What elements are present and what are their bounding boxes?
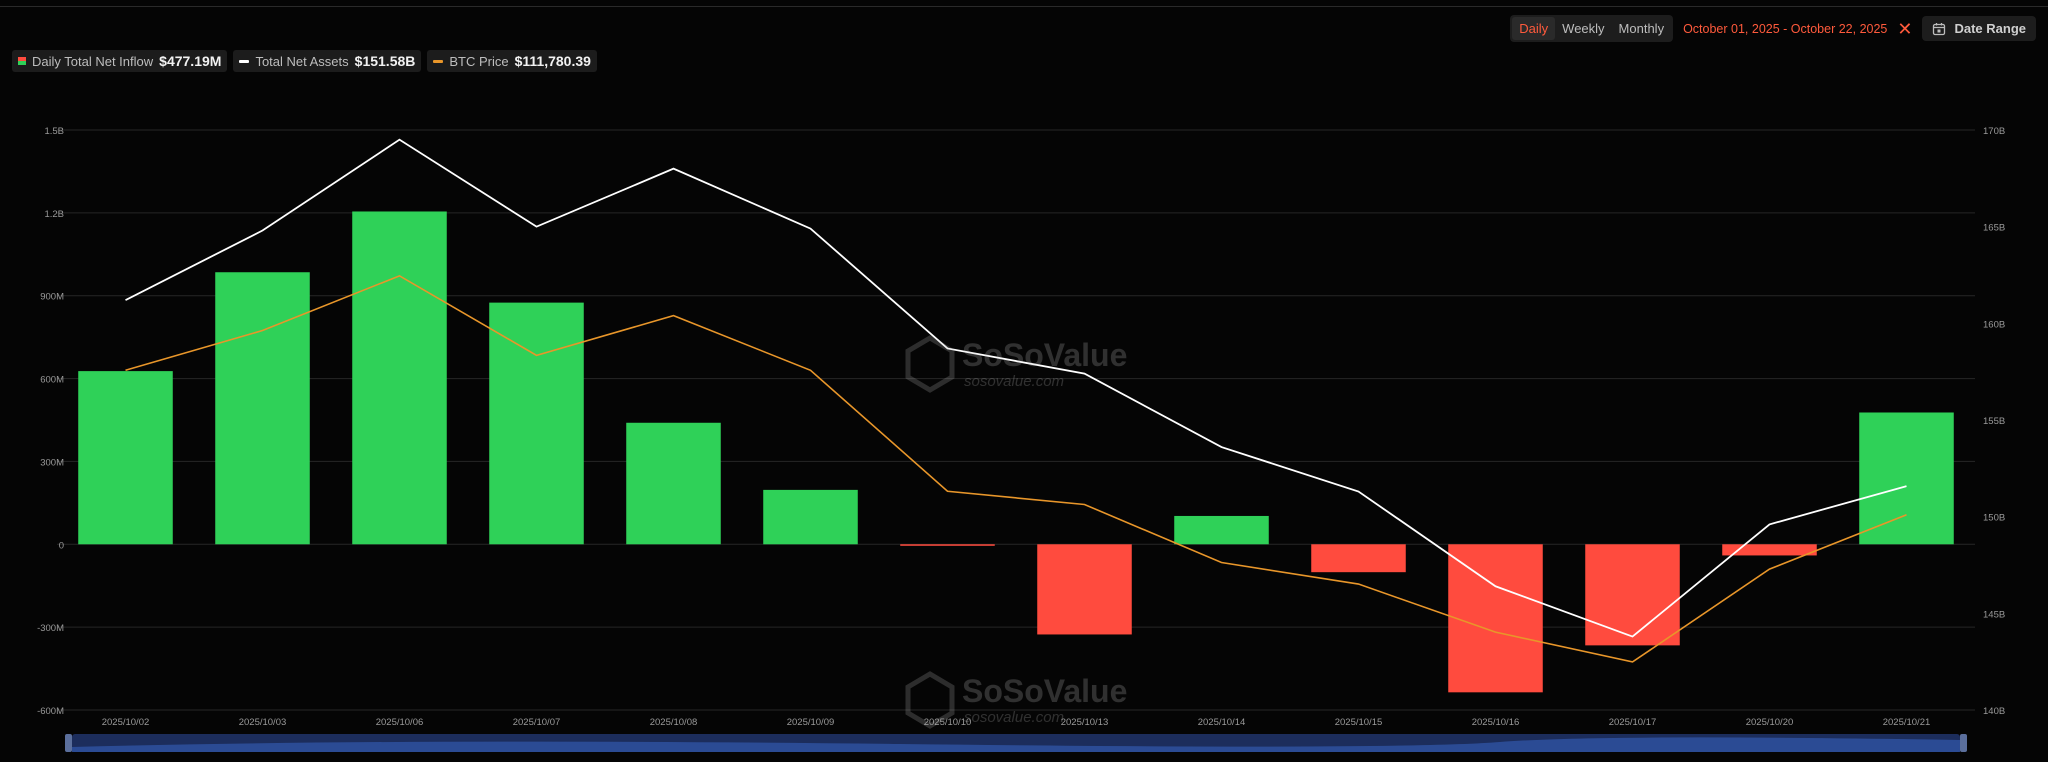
inflow-bar[interactable] — [1859, 412, 1954, 545]
right-axis: 170B 165B 160B 155B 150B 145B 140B — [1983, 126, 2005, 717]
right-tick-label: 150B — [1983, 513, 2005, 524]
inflow-bar[interactable] — [352, 211, 447, 545]
left-tick-label: 0 — [59, 540, 64, 551]
inflow-bar[interactable] — [215, 272, 310, 545]
x-tick-label: 2025/10/15 — [1335, 717, 1383, 728]
watermark: SoSoValuesosovalue.comSoSoValuesosovalue… — [905, 335, 1127, 729]
x-tick-label: 2025/10/08 — [650, 717, 698, 728]
chart-canvas: 1.5B 1.2B 900M 600M 300M 0 -300M -600M 170B 165B… — [37, 126, 2005, 752]
left-tick-label: 600M — [40, 375, 64, 386]
inflow-bar[interactable] — [1311, 544, 1406, 573]
inflow-bar[interactable] — [1448, 544, 1543, 693]
x-tick-label: 2025/10/09 — [787, 717, 835, 728]
inflow-bar[interactable] — [900, 544, 995, 546]
watermark-site: sosovalue.com — [964, 373, 1064, 390]
left-tick-label: 900M — [40, 292, 64, 303]
inflow-bar[interactable] — [763, 489, 858, 545]
x-tick-label: 2025/10/21 — [1883, 717, 1931, 728]
x-tick-label: 2025/10/20 — [1746, 717, 1794, 728]
x-tick-label: 2025/10/16 — [1472, 717, 1520, 728]
x-tick-label: 2025/10/06 — [376, 717, 424, 728]
grid-lines — [57, 129, 1975, 711]
left-tick-label: 1.5B — [44, 126, 64, 137]
sosovalue-watermark: SoSoValuesosovalue.com — [905, 335, 1127, 393]
right-tick-label: 145B — [1983, 609, 2005, 620]
right-tick-label: 155B — [1983, 416, 2005, 427]
inflow-bar[interactable] — [1037, 544, 1132, 635]
left-tick-label: 300M — [40, 457, 64, 468]
right-tick-label: 170B — [1983, 126, 2005, 137]
x-tick-label: 2025/10/07 — [513, 717, 561, 728]
inflow-bar[interactable] — [626, 422, 721, 545]
right-tick-label: 140B — [1983, 706, 2005, 717]
range-slider — [65, 734, 1967, 752]
inflow-bar[interactable] — [489, 302, 584, 545]
left-tick-label: 1.2B — [44, 209, 64, 220]
inflow-bar[interactable] — [1174, 515, 1269, 545]
watermark-brand: SoSoValue — [962, 337, 1127, 373]
right-tick-label: 160B — [1983, 319, 2005, 330]
x-tick-label: 2025/10/03 — [239, 717, 287, 728]
inflow-bar[interactable] — [1722, 544, 1817, 556]
watermark-site: sosovalue.com — [964, 709, 1064, 726]
range-slider-right-handle[interactable] — [1960, 734, 1967, 752]
x-tick-label: 2025/10/17 — [1609, 717, 1657, 728]
left-tick-label: -600M — [37, 706, 64, 717]
bar-series — [78, 211, 1954, 693]
range-slider-left-handle[interactable] — [65, 734, 72, 752]
left-tick-label: -300M — [37, 623, 64, 634]
watermark-brand: SoSoValue — [962, 673, 1127, 709]
left-axis: 1.5B 1.2B 900M 600M 300M 0 -300M -600M — [37, 126, 64, 717]
x-tick-label: 2025/10/14 — [1198, 717, 1246, 728]
inflow-bar[interactable] — [1585, 544, 1680, 646]
cube-logo-icon — [905, 335, 955, 393]
x-tick-label: 2025/10/13 — [1061, 717, 1109, 728]
x-tick-label: 2025/10/02 — [102, 717, 150, 728]
right-tick-label: 165B — [1983, 223, 2005, 234]
inflow-bar[interactable] — [78, 371, 173, 545]
